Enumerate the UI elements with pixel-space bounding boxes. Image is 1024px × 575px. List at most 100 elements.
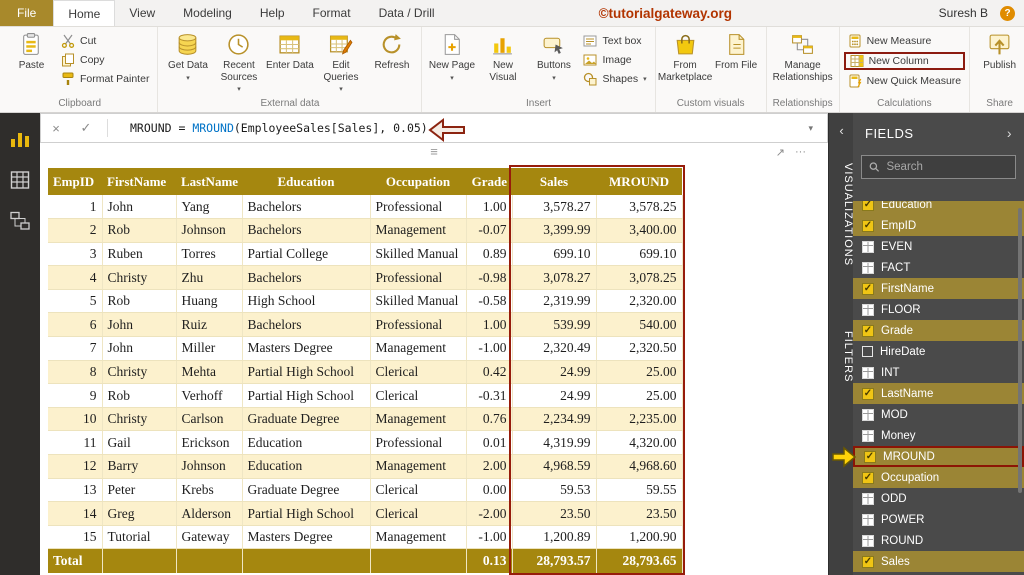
enter-data-button[interactable]: Enter Data bbox=[264, 28, 315, 97]
visual-drag-handle-icon[interactable]: ≡ bbox=[430, 144, 438, 159]
tab-data-drill[interactable]: Data / Drill bbox=[365, 0, 449, 26]
field-search[interactable] bbox=[861, 155, 1016, 179]
ribbon-group-insert: New Page▾ New Visual Buttons▾ Text box bbox=[422, 27, 655, 112]
column-header-firstname[interactable]: FirstName bbox=[102, 168, 176, 195]
data-view-icon bbox=[9, 169, 31, 191]
tab-modeling[interactable]: Modeling bbox=[169, 0, 246, 26]
new-measure-button[interactable]: New Measure bbox=[844, 33, 966, 49]
fields-scrollbar[interactable] bbox=[1018, 208, 1022, 493]
field-item-mround[interactable]: ✓MROUND bbox=[853, 446, 1024, 467]
from-file-button[interactable]: From File bbox=[711, 28, 762, 97]
bar-chart-icon bbox=[490, 32, 515, 57]
refresh-icon bbox=[379, 32, 404, 57]
recent-sources-button[interactable]: Recent Sources▾ bbox=[213, 28, 264, 97]
field-checkbox-checked[interactable]: ✓ bbox=[864, 451, 876, 463]
field-item-power[interactable]: POWER bbox=[853, 509, 1024, 530]
focus-mode-icon[interactable]: ↗ bbox=[776, 146, 785, 159]
field-label: FACT bbox=[881, 262, 910, 274]
tab-help[interactable]: Help bbox=[246, 0, 299, 26]
text-box-button[interactable]: Text box bbox=[579, 33, 650, 49]
field-item-empid[interactable]: ✓EmpID bbox=[853, 215, 1024, 236]
collapse-fields-icon[interactable]: › bbox=[1007, 125, 1012, 141]
commit-icon[interactable]: ✓ bbox=[71, 120, 101, 136]
field-checkbox-checked[interactable]: ✓ bbox=[862, 325, 874, 337]
total-sales: 28,793.57 bbox=[512, 549, 596, 573]
new-column-button[interactable]: New Column bbox=[844, 52, 966, 70]
field-item-lastname[interactable]: ✓LastName bbox=[853, 383, 1024, 404]
new-visual-button[interactable]: New Visual bbox=[477, 28, 528, 97]
refresh-button[interactable]: Refresh bbox=[366, 28, 417, 97]
group-label-clipboard: Clipboard bbox=[6, 97, 153, 112]
field-item-int[interactable]: INT bbox=[853, 362, 1024, 383]
field-item-floor[interactable]: FLOOR bbox=[853, 299, 1024, 320]
field-checkbox-checked[interactable]: ✓ bbox=[862, 556, 874, 568]
field-checkbox-checked[interactable]: ✓ bbox=[862, 201, 874, 211]
more-options-icon[interactable]: ··· bbox=[795, 146, 806, 159]
visualizations-pane-tab[interactable]: VISUALIZATIONS bbox=[829, 163, 854, 266]
field-item-mod[interactable]: MOD bbox=[853, 404, 1024, 425]
report-view-button[interactable] bbox=[8, 127, 32, 151]
manage-relationships-button[interactable]: Manage Relationships bbox=[771, 28, 835, 97]
column-header-empid[interactable]: EmpID bbox=[48, 168, 102, 195]
column-header-education[interactable]: Education bbox=[242, 168, 370, 195]
model-view-button[interactable] bbox=[8, 209, 32, 233]
copy-button[interactable]: Copy bbox=[57, 52, 153, 68]
field-item-money[interactable]: Money bbox=[853, 425, 1024, 446]
file-icon bbox=[724, 32, 749, 57]
from-marketplace-button[interactable]: From Marketplace bbox=[660, 28, 711, 97]
field-item-odd[interactable]: ODD bbox=[853, 488, 1024, 509]
tab-home[interactable]: Home bbox=[53, 0, 115, 26]
field-checkbox-checked[interactable]: ✓ bbox=[862, 283, 874, 295]
formula-bar[interactable]: × ✓ MROUND = MROUND(EmployeeSales[Sales]… bbox=[40, 113, 828, 143]
tab-format[interactable]: Format bbox=[299, 0, 365, 26]
calculator-icon bbox=[848, 34, 862, 48]
field-item-firstname[interactable]: ✓FirstName bbox=[853, 278, 1024, 299]
help-icon[interactable]: ? bbox=[1000, 6, 1015, 21]
search-input[interactable] bbox=[886, 161, 1008, 173]
fields-panel-title: FIELDS bbox=[865, 126, 914, 141]
format-painter-button[interactable]: Format Painter bbox=[57, 71, 153, 87]
column-header-occupation[interactable]: Occupation bbox=[370, 168, 466, 195]
shapes-button[interactable]: Shapes▾ bbox=[579, 71, 650, 87]
new-quick-measure-button[interactable]: New Quick Measure bbox=[844, 73, 966, 89]
column-header-lastname[interactable]: LastName bbox=[176, 168, 242, 195]
tab-file[interactable]: File bbox=[0, 0, 53, 26]
dropdown-caret-icon: ▾ bbox=[339, 86, 343, 94]
ribbon-group-calculations: New Measure New Column New Quick Measure… bbox=[840, 27, 971, 112]
field-item-round[interactable]: ROUND bbox=[853, 530, 1024, 551]
column-header-mround[interactable]: MROUND bbox=[596, 168, 682, 195]
field-checkbox-checked[interactable]: ✓ bbox=[862, 388, 874, 400]
tabs-container: HomeViewModelingHelpFormatData / Drill bbox=[53, 0, 448, 26]
image-button[interactable]: Image bbox=[579, 52, 650, 68]
column-header-sales[interactable]: Sales bbox=[512, 168, 596, 195]
field-item-sales[interactable]: ✓Sales bbox=[853, 551, 1024, 572]
field-item-hiredate[interactable]: HireDate bbox=[853, 341, 1024, 362]
buttons-button[interactable]: Buttons▾ bbox=[528, 28, 579, 97]
field-item-occupation[interactable]: ✓Occupation bbox=[853, 467, 1024, 488]
expand-pane-icon[interactable]: ‹ bbox=[829, 123, 854, 138]
table-row: 4ChristyZhuBachelorsProfessional-0.983,0… bbox=[48, 266, 682, 290]
paste-button[interactable]: Paste bbox=[6, 28, 57, 97]
field-item-fact[interactable]: FACT bbox=[853, 257, 1024, 278]
group-label-external-data: External data bbox=[162, 97, 417, 112]
field-checkbox-unchecked[interactable] bbox=[862, 346, 873, 357]
cut-button[interactable]: Cut bbox=[57, 33, 153, 49]
field-item-even[interactable]: EVEN bbox=[853, 236, 1024, 257]
cancel-icon[interactable]: × bbox=[41, 121, 71, 136]
field-item-grade[interactable]: ✓Grade bbox=[853, 320, 1024, 341]
data-view-button[interactable] bbox=[8, 168, 32, 192]
edit-queries-button[interactable]: Edit Queries▾ bbox=[315, 28, 366, 97]
get-data-button[interactable]: Get Data▾ bbox=[162, 28, 213, 97]
formula-expand-icon[interactable]: ▾ bbox=[808, 123, 813, 134]
user-name[interactable]: Suresh B bbox=[939, 0, 988, 26]
field-checkbox-checked[interactable]: ✓ bbox=[862, 472, 874, 484]
publish-button[interactable]: Publish bbox=[974, 28, 1024, 97]
tab-view[interactable]: View bbox=[115, 0, 169, 26]
filters-pane-tab[interactable]: FILTERS bbox=[829, 331, 854, 382]
field-item-education[interactable]: ✓Education bbox=[853, 201, 1024, 215]
column-header-grade[interactable]: Grade bbox=[466, 168, 512, 195]
formula-input[interactable]: MROUND = MROUND(EmployeeSales[Sales], 0.… bbox=[130, 121, 428, 135]
field-checkbox-checked[interactable]: ✓ bbox=[862, 220, 874, 232]
new-page-button[interactable]: New Page▾ bbox=[426, 28, 477, 97]
clock-icon bbox=[226, 32, 251, 57]
